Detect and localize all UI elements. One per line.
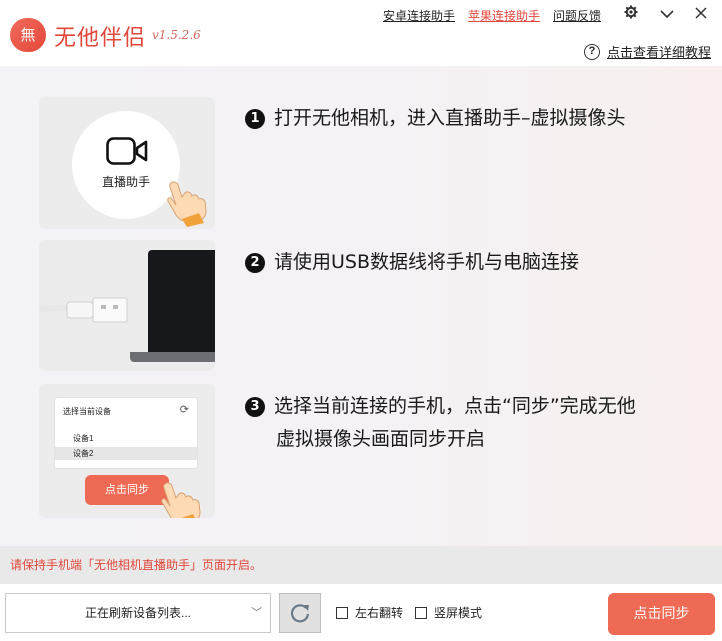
step3-text: 3 选择当前连接的手机，点击“同步”完成无他 虚拟摄像头画面同步开启 — [245, 390, 675, 456]
help-icon: ? — [583, 43, 600, 60]
main-panel: 直播助手 选择当前设备 ⟳ 设备1 设备2 点击同步 1 打开无他相机，进入直播… — [0, 66, 722, 546]
device-panel-title: 选择当前设备 — [63, 407, 111, 416]
device-item: 设备1 — [73, 434, 94, 443]
step3-illustration: 选择当前设备 ⟳ 设备1 设备2 点击同步 — [39, 384, 215, 518]
device-dropdown-value: 正在刷新设备列表... — [84, 606, 191, 620]
portrait-checkbox[interactable]: 竖屏模式 — [415, 604, 482, 621]
help-link[interactable]: 点击查看详细教程 — [607, 42, 711, 61]
bottom-bar: 正在刷新设备列表... ﹀ 左右翻转 竖屏模式 点击同步 — [0, 584, 722, 641]
app-version: v1.5.2.6 — [152, 28, 201, 42]
chevron-down-icon[interactable] — [656, 4, 678, 24]
step1-label: 打开无他相机，进入直播助手–虚拟摄像头 — [274, 107, 626, 129]
refresh-icon: ⟳ — [179, 404, 189, 416]
hand-pointer-icon — [167, 181, 207, 227]
device-dropdown[interactable]: 正在刷新设备列表... ﹀ — [5, 593, 271, 633]
step3-label-line2: 虚拟摄像头画面同步开启 — [276, 428, 486, 450]
sync-button-illustration: 点击同步 — [85, 475, 169, 505]
device-item-selected: 设备2 — [55, 447, 197, 460]
flip-checkbox[interactable]: 左右翻转 — [336, 604, 403, 621]
step2-label: 请使用USB数据线将手机与电脑连接 — [274, 251, 580, 273]
step2-text: 2 请使用USB数据线将手机与电脑连接 — [245, 246, 579, 279]
app-name: 无他伴侣 — [54, 26, 147, 51]
step1-text: 1 打开无他相机，进入直播助手–虚拟摄像头 — [245, 102, 626, 135]
flip-label: 左右翻转 — [355, 606, 404, 620]
link-android-helper[interactable]: 安卓连接助手 — [383, 7, 455, 24]
portrait-checkbox-box[interactable] — [415, 606, 427, 619]
close-icon[interactable] — [690, 4, 712, 24]
notice-bar: 请保持手机端「无他相机直播助手」页面开启。 — [0, 546, 722, 584]
laptop-base — [130, 352, 215, 362]
step3-label-line1: 选择当前连接的手机，点击“同步”完成无他 — [274, 395, 636, 417]
step2-illustration — [39, 240, 215, 371]
laptop-screen — [148, 250, 215, 362]
sync-button[interactable]: 点击同步 — [608, 593, 715, 635]
live-assistant-circle: 直播助手 — [72, 111, 180, 219]
chevron-down-icon: ﹀ — [251, 607, 262, 619]
usb-cable-icon — [39, 297, 128, 323]
gear-icon[interactable] — [620, 4, 642, 24]
flip-checkbox-box[interactable] — [336, 606, 348, 619]
refresh-icon — [290, 604, 310, 623]
title-bar: 無 无他伴侣 v1.5.2.6 安卓连接助手 苹果连接助手 问题反馈 ? 点击查… — [0, 0, 722, 66]
refresh-button[interactable] — [279, 593, 321, 633]
link-feedback[interactable]: 问题反馈 — [553, 7, 601, 24]
step2-number: 2 — [245, 253, 265, 273]
video-camera-icon — [106, 137, 148, 165]
hand-pointer-icon — [161, 482, 201, 518]
help-tutorial[interactable]: ? 点击查看详细教程 — [583, 42, 711, 61]
app-logo: 無 — [10, 18, 46, 52]
live-assistant-label: 直播助手 — [101, 175, 150, 189]
portrait-label: 竖屏模式 — [434, 606, 483, 620]
step1-illustration: 直播助手 — [39, 97, 215, 229]
step3-number: 3 — [245, 397, 265, 417]
link-apple-helper[interactable]: 苹果连接助手 — [468, 7, 540, 24]
step1-number: 1 — [245, 109, 265, 129]
device-select-panel: 选择当前设备 ⟳ 设备1 设备2 — [54, 397, 198, 469]
